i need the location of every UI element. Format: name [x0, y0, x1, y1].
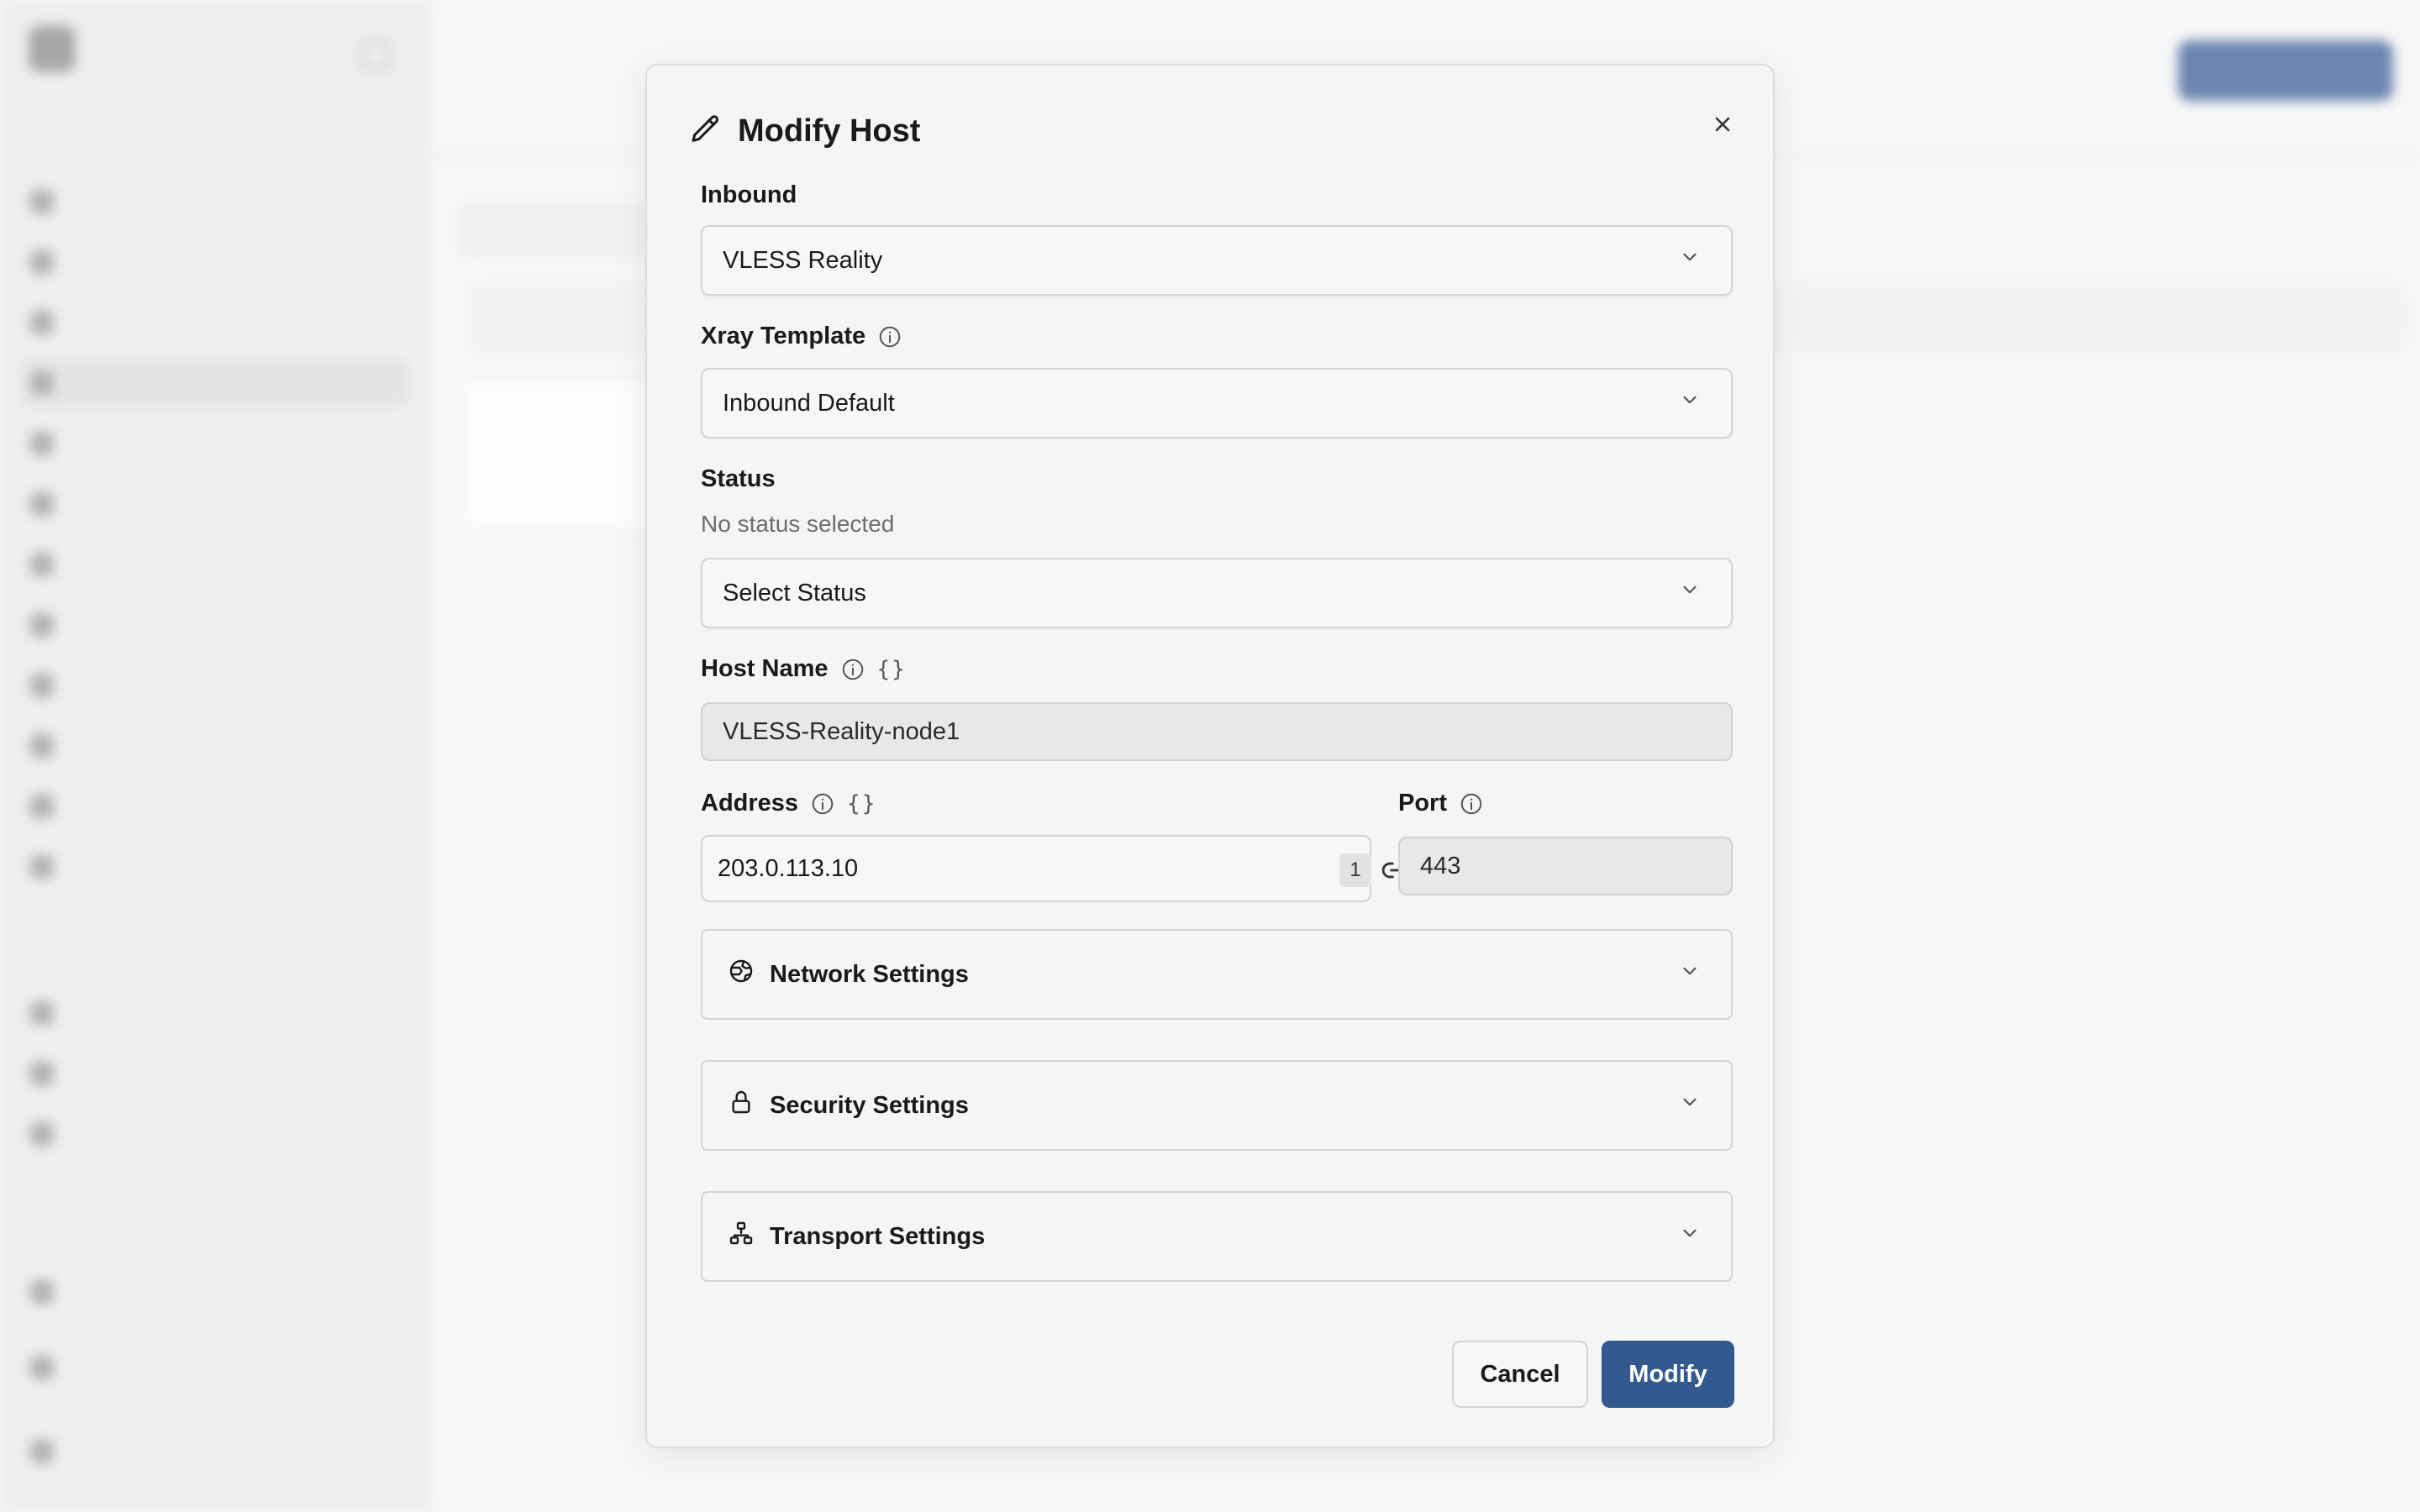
host-name-label: Host Name {}: [701, 655, 907, 683]
port-label-text: Port: [1398, 790, 1447, 816]
host-name-value: VLESS-Reality-node1: [723, 717, 960, 745]
info-icon[interactable]: [810, 791, 835, 816]
xray-template-label: Xray Template: [701, 323, 902, 350]
host-name-label-text: Host Name: [701, 655, 829, 682]
inbound-select[interactable]: VLESS Reality: [701, 225, 1733, 296]
dialog-title: Modify Host: [738, 113, 921, 149]
address-input[interactable]: 203.0.113.10 1: [701, 835, 1412, 902]
chevron-down-icon: [1679, 579, 1701, 607]
host-name-input[interactable]: VLESS-Reality-node1: [701, 702, 1733, 761]
security-settings-accordion[interactable]: Security Settings: [701, 1060, 1733, 1151]
chevron-down-icon: [1679, 246, 1701, 275]
address-label: Address {}: [701, 790, 876, 817]
modify-button[interactable]: Modify: [1602, 1341, 1734, 1408]
modify-host-dialog: Modify Host Inbound VLESS Reality Xray T…: [645, 64, 1775, 1448]
chevron-down-icon: [1679, 1222, 1701, 1251]
security-settings-label: Security Settings: [770, 1091, 969, 1119]
status-label: Status: [701, 465, 776, 493]
braces-icon[interactable]: {}: [877, 657, 907, 682]
transport-settings-accordion[interactable]: Transport Settings: [701, 1191, 1733, 1282]
xray-template-label-text: Xray Template: [701, 323, 866, 349]
info-icon[interactable]: [877, 324, 902, 349]
inbound-label-text: Inbound: [701, 181, 797, 208]
info-icon[interactable]: [1459, 791, 1484, 816]
braces-icon[interactable]: {}: [847, 791, 876, 816]
globe-icon: [728, 958, 755, 991]
status-label-text: Status: [701, 465, 776, 492]
network-tree-icon: [728, 1220, 755, 1253]
status-hint: No status selected: [701, 511, 895, 537]
chevron-down-icon: [1679, 1091, 1701, 1120]
pencil-icon: [689, 113, 723, 150]
network-settings-label: Network Settings: [770, 960, 969, 988]
inbound-label: Inbound: [701, 181, 797, 209]
port-input[interactable]: 443: [1398, 837, 1733, 895]
transport-settings-label: Transport Settings: [770, 1222, 986, 1250]
lock-icon: [728, 1089, 755, 1122]
info-icon[interactable]: [840, 657, 865, 682]
address-count-badge: 1: [1339, 853, 1371, 887]
inbound-select-value: VLESS Reality: [723, 246, 883, 274]
network-settings-accordion[interactable]: Network Settings: [701, 929, 1733, 1020]
chevron-down-icon: [1679, 960, 1701, 989]
status-select[interactable]: Select Status: [701, 558, 1733, 628]
close-icon: [1711, 113, 1734, 140]
close-button[interactable]: [1706, 109, 1739, 143]
dialog-header: Modify Host: [689, 113, 920, 150]
chevron-down-icon: [1679, 389, 1701, 417]
xray-template-select[interactable]: Inbound Default: [701, 368, 1733, 438]
cancel-button[interactable]: Cancel: [1452, 1341, 1588, 1408]
address-value: 203.0.113.10: [718, 854, 859, 882]
address-label-text: Address: [701, 790, 799, 816]
port-label: Port: [1398, 790, 1484, 817]
status-select-value: Select Status: [723, 579, 866, 606]
xray-template-select-value: Inbound Default: [723, 389, 895, 417]
port-value: 443: [1420, 852, 1461, 879]
